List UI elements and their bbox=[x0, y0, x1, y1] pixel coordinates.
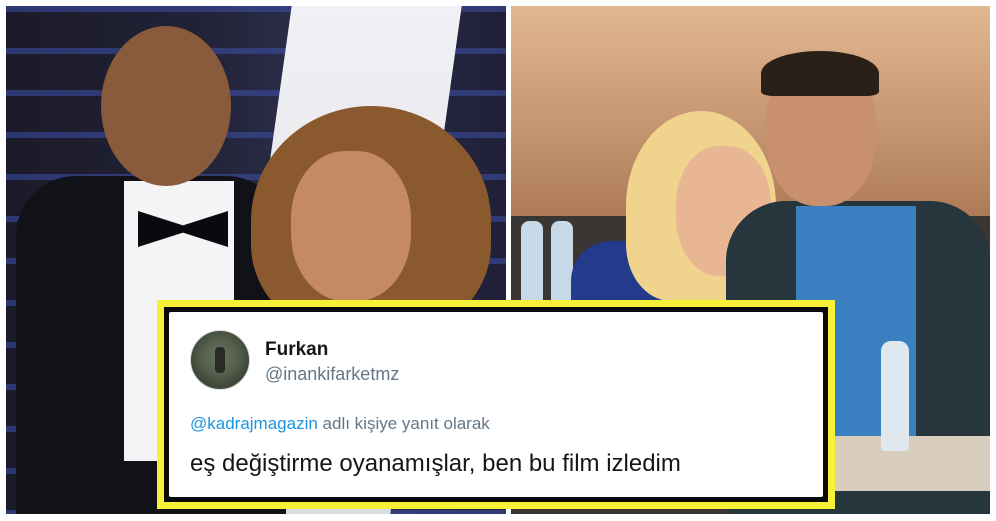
right-photo-man-hair bbox=[761, 51, 879, 96]
display-name[interactable]: Furkan bbox=[265, 339, 328, 361]
tweet-text: eş değiştirme oyanamışlar, ben bu film i… bbox=[190, 450, 681, 477]
right-photo-table bbox=[831, 436, 990, 491]
right-photo-bottle bbox=[521, 221, 543, 306]
avatar[interactable] bbox=[190, 330, 250, 390]
tweet-frame: Furkan @inankifarketmz @kadrajmagazin ad… bbox=[157, 300, 835, 509]
reply-suffix: adlı kişiye yanıt olarak bbox=[317, 414, 490, 433]
user-handle[interactable]: @inankifarketmz bbox=[265, 364, 399, 385]
right-photo-bottle bbox=[881, 341, 909, 451]
left-photo-man-head bbox=[101, 26, 231, 186]
reply-context: @kadrajmagazin adlı kişiye yanıt olarak bbox=[190, 414, 490, 434]
tweet-card: Furkan @inankifarketmz @kadrajmagazin ad… bbox=[169, 312, 823, 497]
right-photo-bottle bbox=[551, 221, 573, 306]
reply-mention-link[interactable]: @kadrajmagazin bbox=[190, 414, 318, 433]
left-photo-woman-face bbox=[291, 151, 411, 301]
